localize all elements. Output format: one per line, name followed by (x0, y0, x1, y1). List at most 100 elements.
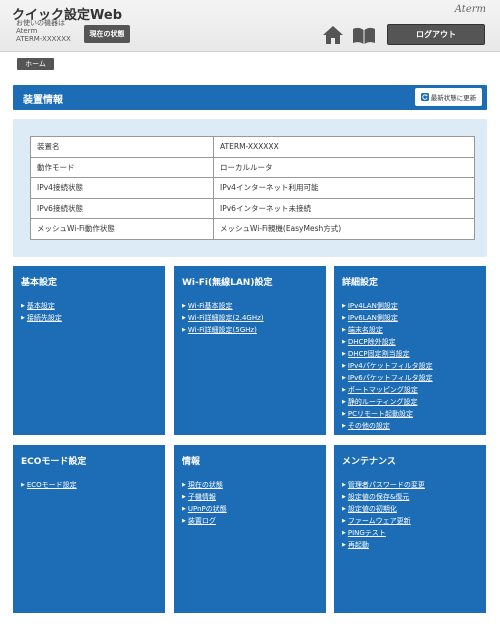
card-link[interactable]: ▶ 設定値の初期化 (342, 503, 425, 515)
table-key: 動作モード (30, 156, 214, 178)
card-wifi-settings: Wi-Fi(無線LAN)設定 ▶ Wi-Fi基本設定 ▶ Wi-Fi詳細設定(2.4… (174, 266, 326, 435)
card-maintenance: メンテナンス ▶ 管理者パスワードの変更 ▶ 設定値の保存&復元 ▶ 設定値の初期化 … (334, 445, 486, 613)
card-link[interactable]: ▶ IPv6LAN側設定 (342, 312, 433, 324)
card-link[interactable]: ▶ PCリモート起動設定 (342, 408, 433, 420)
card-link-list: ▶ ECOモード設定 (21, 479, 77, 491)
triangle-right-icon: ▶ (342, 399, 346, 405)
triangle-right-icon: ▶ (342, 315, 346, 321)
card-link[interactable]: ▶ 管理者パスワードの変更 (342, 479, 425, 491)
triangle-right-icon: ▶ (342, 518, 346, 524)
table-value: ローカルルータ (213, 156, 475, 178)
card-link[interactable]: ▶ IPv6パケットフィルタ設定 (342, 372, 433, 384)
device-info-header: 装置情報 最新状態に更新 (13, 85, 487, 110)
triangle-right-icon: ▶ (21, 303, 25, 309)
card-link[interactable]: ▶ 現在の状態 (182, 479, 227, 491)
triangle-right-icon: ▶ (342, 506, 346, 512)
triangle-right-icon: ▶ (21, 482, 25, 488)
card-link[interactable]: ▶ 子機情報 (182, 491, 227, 503)
card-link[interactable]: ▶ 静的ルーティング設定 (342, 396, 433, 408)
home-icon[interactable] (322, 25, 344, 45)
refresh-button[interactable]: 最新状態に更新 (415, 88, 482, 106)
device-id: ATERM-XXXXXX (16, 35, 71, 43)
table-row: 動作モード ローカルルータ (30, 156, 475, 178)
card-link[interactable]: ▶ Wi-Fi詳細設定(2.4GHz) (182, 312, 264, 324)
card-link[interactable]: ▶ ファームウェア更新 (342, 515, 425, 527)
triangle-right-icon: ▶ (342, 303, 346, 309)
card-link[interactable]: ▶ 設定値の保存&復元 (342, 491, 425, 503)
triangle-right-icon: ▶ (342, 363, 346, 369)
table-value: ATERM-XXXXXX (213, 136, 475, 158)
card-link-list: ▶ 現在の状態 ▶ 子機情報 ▶ UPnPの状態 ▶ 装置ログ (182, 479, 227, 527)
book-icon[interactable] (352, 27, 376, 44)
card-link-list: ▶ IPv4LAN側設定 ▶ IPv6LAN側設定 ▶ 端末名設定 ▶ DHCP除外設定… (342, 300, 433, 432)
card-link[interactable]: ▶ Wi-Fi基本設定 (182, 300, 264, 312)
current-status-button[interactable]: 現在の状態 (84, 25, 130, 43)
refresh-button-label: 最新状態に更新 (430, 94, 477, 102)
triangle-right-icon: ▶ (342, 351, 346, 357)
card-link[interactable]: ▶ IPv4パケットフィルタ設定 (342, 360, 433, 372)
card-eco-mode: ECOモード設定 ▶ ECOモード設定 (13, 445, 165, 613)
card-link[interactable]: ▶ UPnPの状態 (182, 503, 227, 515)
triangle-right-icon: ▶ (342, 387, 346, 393)
logout-button[interactable]: ログアウト (387, 24, 485, 45)
triangle-right-icon: ▶ (182, 327, 186, 333)
table-value: IPv6インターネット未接続 (213, 197, 475, 219)
table-key: IPv6接続状態 (30, 197, 214, 219)
triangle-right-icon: ▶ (342, 411, 346, 417)
device-info-panel: 装置名 ATERM-XXXXXX 動作モード ローカルルータ IPv4接続状態 IPv… (13, 119, 487, 257)
card-link-list: ▶ Wi-Fi基本設定 ▶ Wi-Fi詳細設定(2.4GHz) ▶ Wi-Fi詳細設定… (182, 300, 264, 336)
table-key: IPv4接続状態 (30, 177, 214, 199)
card-link[interactable]: ▶ ポートマッピング設定 (342, 384, 433, 396)
card-title: Wi-Fi(無線LAN)設定 (182, 278, 273, 288)
card-link[interactable]: ▶ 接続先設定 (21, 312, 62, 324)
page-title: 装置情報 (23, 95, 63, 106)
table-value: メッシュWi-Fi親機(EasyMesh方式) (213, 218, 475, 240)
triangle-right-icon: ▶ (21, 315, 25, 321)
card-information: 情報 ▶ 現在の状態 ▶ 子機情報 ▶ UPnPの状態 ▶ 装置ログ (174, 445, 326, 613)
card-advanced-settings: 詳細設定 ▶ IPv4LAN側設定 ▶ IPv6LAN側設定 ▶ 端末名設定 ▶ DHC… (334, 266, 486, 435)
triangle-right-icon: ▶ (342, 542, 346, 548)
card-link[interactable]: ▶ PINGテスト (342, 527, 425, 539)
triangle-right-icon: ▶ (342, 327, 346, 333)
card-link[interactable]: ▶ 端末名設定 (342, 324, 433, 336)
card-link[interactable]: ▶ 再起動 (342, 539, 425, 551)
card-title: メンテナンス (342, 457, 396, 467)
triangle-right-icon: ▶ (182, 482, 186, 488)
triangle-right-icon: ▶ (342, 375, 346, 381)
card-link[interactable]: ▶ DHCP除外設定 (342, 336, 433, 348)
table-row: IPv6接続状態 IPv6インターネット未接続 (30, 197, 475, 219)
table-value: IPv4インターネット利用可能 (213, 177, 475, 199)
triangle-right-icon: ▶ (182, 518, 186, 524)
device-info-table: 装置名 ATERM-XXXXXX 動作モード ローカルルータ IPv4接続状態 IPv… (30, 136, 475, 240)
triangle-right-icon: ▶ (342, 494, 346, 500)
table-key: 装置名 (30, 136, 214, 158)
card-title: 詳細設定 (342, 278, 379, 288)
card-link-list: ▶ 管理者パスワードの変更 ▶ 設定値の保存&復元 ▶ 設定値の初期化 ▶ ファームウェ… (342, 479, 425, 551)
refresh-icon (420, 93, 429, 101)
card-title: ECOモード設定 (21, 457, 87, 467)
header: クイック設定Web お使いの機器は Aterm ATERM-XXXXXX 現在の… (0, 0, 500, 52)
card-link-list: ▶ 基本設定 ▶ 接続先設定 (21, 300, 62, 324)
card-link[interactable]: ▶ DHCP固定割当設定 (342, 348, 433, 360)
triangle-right-icon: ▶ (182, 506, 186, 512)
card-link[interactable]: ▶ Wi-Fi詳細設定(5GHz) (182, 324, 264, 336)
breadcrumb-home[interactable]: ホーム (17, 58, 54, 70)
card-link[interactable]: ▶ IPv4LAN側設定 (342, 300, 433, 312)
card-link[interactable]: ▶ その他の設定 (342, 420, 433, 432)
triangle-right-icon: ▶ (182, 315, 186, 321)
triangle-right-icon: ▶ (182, 494, 186, 500)
table-row: IPv4接続状態 IPv4インターネット利用可能 (30, 177, 475, 199)
card-title: 情報 (182, 457, 201, 467)
card-link[interactable]: ▶ 基本設定 (21, 300, 62, 312)
card-basic-settings: 基本設定 ▶ 基本設定 ▶ 接続先設定 (13, 266, 165, 435)
card-link[interactable]: ▶ 装置ログ (182, 515, 227, 527)
triangle-right-icon: ▶ (342, 482, 346, 488)
brand-logo: Aterm (454, 4, 486, 15)
triangle-right-icon: ▶ (182, 303, 186, 309)
table-row: メッシュWi-Fi動作状態 メッシュWi-Fi親機(EasyMesh方式) (30, 218, 475, 240)
card-link[interactable]: ▶ ECOモード設定 (21, 479, 77, 491)
table-key: メッシュWi-Fi動作状態 (30, 218, 214, 240)
table-row: 装置名 ATERM-XXXXXX (30, 136, 475, 158)
card-title: 基本設定 (21, 278, 58, 288)
triangle-right-icon: ▶ (342, 423, 346, 429)
